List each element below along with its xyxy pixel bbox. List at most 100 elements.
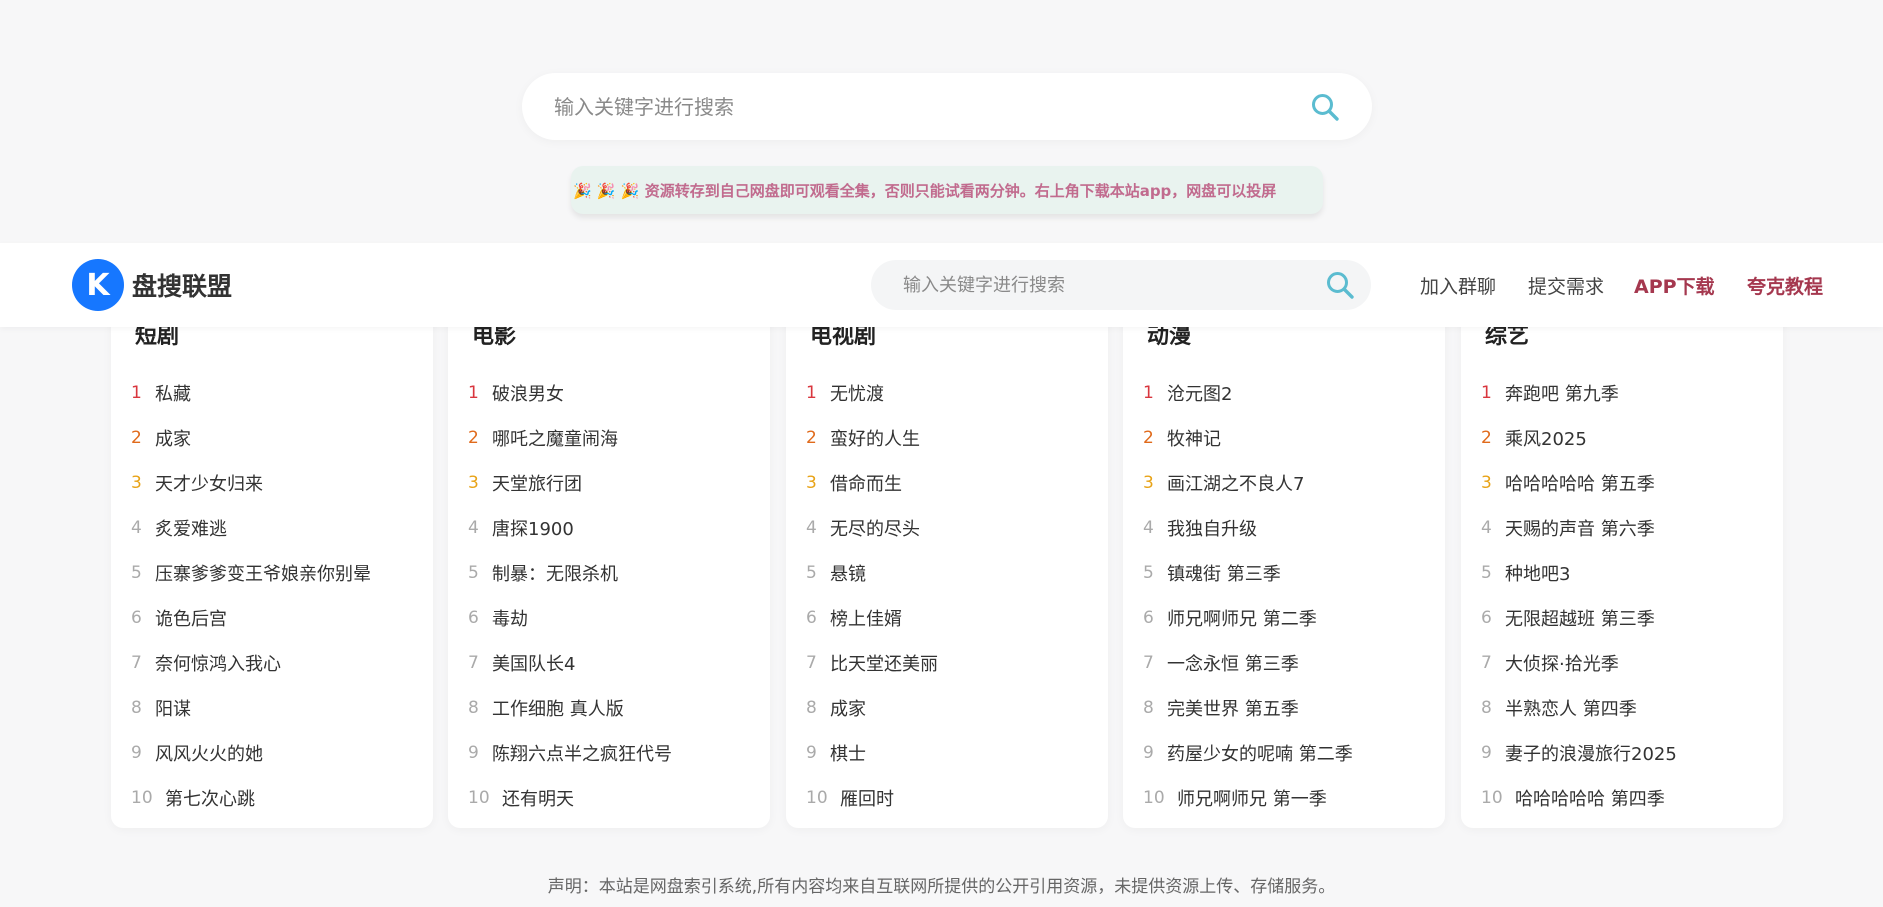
rank-item[interactable]: 5 压寨爹爹变王爷娘亲你别晕 (131, 550, 431, 595)
rank-item[interactable]: 7 比天堂还美丽 (806, 640, 1106, 685)
search-icon[interactable] (1323, 268, 1357, 302)
rank-item[interactable]: 3 哈哈哈哈哈 第五季 (1481, 460, 1781, 505)
rank-item[interactable]: 6 榜上佳婿 (806, 595, 1106, 640)
rank-number: 3 (468, 472, 479, 493)
nav-join-group[interactable]: 加入群聊 (1420, 243, 1496, 327)
rank-item[interactable]: 9 陈翔六点半之疯狂代号 (468, 730, 768, 775)
rank-item[interactable]: 4 无尽的尽头 (806, 505, 1106, 550)
rank-item[interactable]: 8 阳谋 (131, 685, 431, 730)
rank-item[interactable]: 1 无忧渡 (806, 370, 1106, 415)
rank-item[interactable]: 6 诡色后宫 (131, 595, 431, 640)
site-name: 盘搜联盟 (132, 272, 233, 301)
notice-banner: 🎉 🎉 🎉 资源转存到自己网盘即可观看全集，否则只能试看两分钟。右上角下载本站a… (571, 166, 1323, 214)
rank-number: 10 (1143, 787, 1165, 808)
rank-item[interactable]: 9 风风火火的她 (131, 730, 431, 775)
rank-item[interactable]: 3 天才少女归来 (131, 460, 431, 505)
rank-item[interactable]: 2 蛮好的人生 (806, 415, 1106, 460)
rank-title: 天堂旅行团 (492, 473, 582, 495)
rank-title: 悬镜 (830, 563, 866, 585)
rank-title: 师兄啊师兄 第一季 (1177, 788, 1327, 810)
rank-item[interactable]: 9 妻子的浪漫旅行2025 (1481, 730, 1781, 775)
rank-number: 1 (468, 382, 479, 403)
ranking-card: 动漫 1 沧元图2 2 牧神记 3 画江湖之不良人7 4 我独自升级 5 镇魂街 第三季 … (1123, 300, 1445, 828)
rank-item[interactable]: 9 棋士 (806, 730, 1106, 775)
rank-number: 6 (1481, 607, 1492, 628)
rank-item[interactable]: 4 炙爱难逃 (131, 505, 431, 550)
rank-number: 7 (468, 652, 479, 673)
rank-title: 药屋少女的呢喃 第二季 (1167, 743, 1353, 765)
rank-item[interactable]: 10 第七次心跳 (131, 775, 431, 820)
rank-item[interactable]: 1 奔跑吧 第九季 (1481, 370, 1781, 415)
rank-title: 压寨爹爹变王爷娘亲你别晕 (155, 563, 371, 585)
rank-item[interactable]: 4 天赐的声音 第六季 (1481, 505, 1781, 550)
rank-item[interactable]: 1 沧元图2 (1143, 370, 1443, 415)
rank-item[interactable]: 4 唐探1900 (468, 505, 768, 550)
rank-title: 牧神记 (1167, 428, 1221, 450)
rank-item[interactable]: 7 大侦探·拾光季 (1481, 640, 1781, 685)
rank-title: 哈哈哈哈哈 第五季 (1505, 473, 1655, 495)
rank-title: 奈何惊鸿入我心 (155, 653, 281, 675)
rank-item[interactable]: 8 成家 (806, 685, 1106, 730)
rank-item[interactable]: 9 药屋少女的呢喃 第二季 (1143, 730, 1443, 775)
rank-item[interactable]: 8 工作细胞 真人版 (468, 685, 768, 730)
search-icon[interactable] (1308, 90, 1342, 124)
rank-item[interactable]: 2 哪吒之魔童闹海 (468, 415, 768, 460)
rank-number: 5 (131, 562, 142, 583)
rank-title: 炙爱难逃 (155, 518, 227, 540)
rank-number: 8 (1143, 697, 1154, 718)
nav-app-download[interactable]: APP下载 (1634, 243, 1715, 327)
rank-item[interactable]: 10 还有明天 (468, 775, 768, 820)
rank-number: 2 (1481, 427, 1492, 448)
rank-item[interactable]: 10 哈哈哈哈哈 第四季 (1481, 775, 1781, 820)
rank-item[interactable]: 7 美国队长4 (468, 640, 768, 685)
rank-item[interactable]: 2 成家 (131, 415, 431, 460)
rank-item[interactable]: 7 奈何惊鸿入我心 (131, 640, 431, 685)
rank-number: 5 (1143, 562, 1154, 583)
rank-number: 5 (468, 562, 479, 583)
rank-title: 榜上佳婿 (830, 608, 902, 630)
nav-submit-request[interactable]: 提交需求 (1528, 243, 1604, 327)
rank-number: 3 (806, 472, 817, 493)
site-logo[interactable]: K 盘搜联盟 (72, 259, 232, 311)
rank-item[interactable]: 7 一念永恒 第三季 (1143, 640, 1443, 685)
rank-item[interactable]: 6 无限超越班 第三季 (1481, 595, 1781, 640)
rank-number: 10 (1481, 787, 1503, 808)
rank-title: 唐探1900 (492, 518, 574, 540)
rank-item[interactable]: 10 雁回时 (806, 775, 1106, 820)
rank-item[interactable]: 5 制暴：无限杀机 (468, 550, 768, 595)
header-search-input[interactable] (901, 273, 1323, 297)
rank-title: 还有明天 (502, 788, 574, 810)
rank-item[interactable]: 1 破浪男女 (468, 370, 768, 415)
rank-item[interactable]: 6 毒劫 (468, 595, 768, 640)
rank-title: 天赐的声音 第六季 (1505, 518, 1655, 540)
rank-item[interactable]: 3 借命而生 (806, 460, 1106, 505)
rank-item[interactable]: 8 完美世界 第五季 (1143, 685, 1443, 730)
nav-quark-tutorial[interactable]: 夸克教程 (1747, 243, 1823, 327)
rank-item[interactable]: 6 师兄啊师兄 第二季 (1143, 595, 1443, 640)
rank-item[interactable]: 5 镇魂街 第三季 (1143, 550, 1443, 595)
rank-title: 阳谋 (155, 698, 191, 720)
rank-item[interactable]: 2 乘风2025 (1481, 415, 1781, 460)
rank-item[interactable]: 2 牧神记 (1143, 415, 1443, 460)
rank-item[interactable]: 8 半熟恋人 第四季 (1481, 685, 1781, 730)
rank-title: 破浪男女 (492, 383, 564, 405)
rank-list: 1 沧元图2 2 牧神记 3 画江湖之不良人7 4 我独自升级 5 镇魂街 第三季 6 师兄… (1143, 370, 1443, 820)
rank-item[interactable]: 5 种地吧3 (1481, 550, 1781, 595)
rank-title: 无限超越班 第三季 (1505, 608, 1655, 630)
rank-number: 4 (1481, 517, 1492, 538)
rank-item[interactable]: 5 悬镜 (806, 550, 1106, 595)
rank-item[interactable]: 3 画江湖之不良人7 (1143, 460, 1443, 505)
rank-item[interactable]: 10 师兄啊师兄 第一季 (1143, 775, 1443, 820)
hero-search-input[interactable] (552, 93, 1308, 120)
rank-number: 5 (1481, 562, 1492, 583)
rank-number: 4 (468, 517, 479, 538)
rank-number: 4 (1143, 517, 1154, 538)
rank-item[interactable]: 4 我独自升级 (1143, 505, 1443, 550)
rank-title: 天才少女归来 (155, 473, 263, 495)
rank-title: 师兄啊师兄 第二季 (1167, 608, 1317, 630)
rank-title: 毒劫 (492, 608, 528, 630)
ranking-card: 电视剧 1 无忧渡 2 蛮好的人生 3 借命而生 4 无尽的尽头 5 悬镜 6 榜上佳婿 7… (786, 300, 1108, 828)
rank-item[interactable]: 3 天堂旅行团 (468, 460, 768, 505)
rank-item[interactable]: 1 私藏 (131, 370, 431, 415)
logo-badge: K (72, 259, 124, 311)
